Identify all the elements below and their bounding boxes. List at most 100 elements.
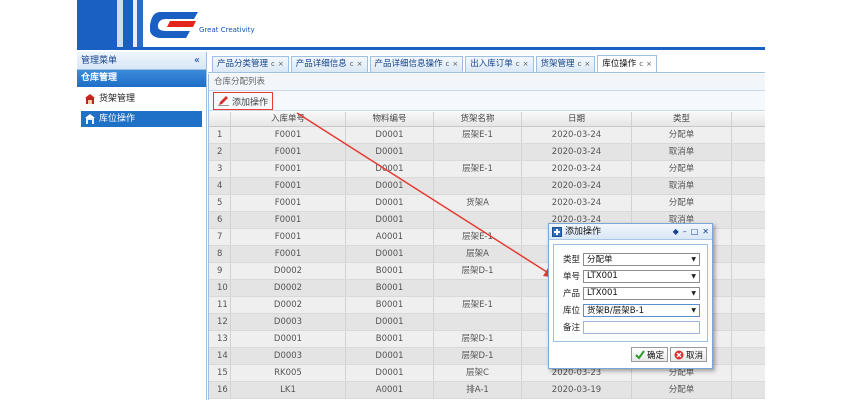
chevron-double-left-icon[interactable]: « xyxy=(194,52,200,70)
tab-inout-orders[interactable]: 出入库订单 c × xyxy=(465,56,534,72)
cell-index: 8 xyxy=(209,246,231,262)
add-operation-button[interactable]: 添加操作 xyxy=(213,92,274,110)
cell-inbound-no: F0001 xyxy=(231,229,346,245)
cancel-button[interactable]: 取消 xyxy=(670,347,708,362)
dialog-titlebar[interactable]: 添加操作 ◆ – □ ✕ xyxy=(549,224,712,240)
close-icon[interactable]: ✕ xyxy=(702,224,709,240)
sidebar-title-text: 管理菜单 xyxy=(81,56,118,66)
refresh-icon[interactable]: c xyxy=(271,57,275,72)
cell-extra xyxy=(732,144,765,160)
remark-input[interactable] xyxy=(583,320,700,334)
order-no-select[interactable]: LTX001 ▼ xyxy=(583,269,700,283)
cell-index: 5 xyxy=(209,195,231,211)
product-select-value: LTX001 xyxy=(587,288,618,298)
table-row[interactable]: 5 F0001 D0001 货架A 2020-03-24 分配单 xyxy=(209,195,765,212)
cell-shelf-name xyxy=(434,280,522,296)
tab-label: 库位操作 xyxy=(602,58,637,69)
confirm-button[interactable]: 确定 xyxy=(631,347,669,362)
close-icon[interactable]: × xyxy=(646,57,652,72)
field-remark-label: 备注 xyxy=(562,323,580,333)
cell-extra xyxy=(732,161,765,177)
cell-shelf-name xyxy=(434,314,522,330)
close-icon[interactable]: × xyxy=(452,57,458,72)
tab-shelf-management[interactable]: 货架管理 c × xyxy=(535,56,596,72)
table-row[interactable]: 16 LK1 A0001 排A-1 2020-03-19 分配单 xyxy=(209,382,765,399)
col-header-inbound-no[interactable]: 入库单号 xyxy=(231,112,346,126)
cell-shelf-name: 层架E-1 xyxy=(434,229,522,245)
sidebar-item-label: 库位操作 xyxy=(99,114,136,124)
close-icon[interactable]: × xyxy=(523,57,529,72)
cell-date: 2020-03-24 xyxy=(522,195,632,211)
panel-title: 仓库分配列表 xyxy=(209,74,765,91)
order-no-select-value: LTX001 xyxy=(587,271,618,281)
product-select[interactable]: LTX001 ▼ xyxy=(583,286,700,300)
cell-extra xyxy=(732,348,765,364)
refresh-icon[interactable]: c xyxy=(578,57,582,72)
cell-index: 15 xyxy=(209,365,231,381)
collapse-icon[interactable]: ◆ xyxy=(673,224,679,240)
cell-inbound-no: F0001 xyxy=(231,212,346,228)
cell-shelf-name xyxy=(434,212,522,228)
tab-location-operation[interactable]: 库位操作 c × xyxy=(597,55,657,72)
col-header-date[interactable]: 日期 xyxy=(522,112,632,126)
tab-product-category[interactable]: 产品分类管理 c × xyxy=(212,56,289,72)
cell-index: 11 xyxy=(209,297,231,313)
shelf-icon xyxy=(85,94,95,104)
refresh-icon[interactable]: c xyxy=(639,57,643,72)
tab-label: 产品详细信息 xyxy=(295,59,347,69)
refresh-icon[interactable]: c xyxy=(516,57,520,72)
cell-shelf-name: 层架D-1 xyxy=(434,348,522,364)
sidebar-item-location-operation[interactable]: 库位操作 xyxy=(81,111,202,127)
sidebar-title: 管理菜单 « xyxy=(77,52,206,70)
cell-shelf-name: 层架D-1 xyxy=(434,331,522,347)
close-icon[interactable]: × xyxy=(278,57,284,72)
sidebar-group-warehouse[interactable]: 仓库管理 xyxy=(77,70,206,87)
tab-product-detail-operation[interactable]: 产品详细信息操作 c × xyxy=(369,56,464,72)
cell-extra xyxy=(732,246,765,262)
cell-shelf-name: 层架E-1 xyxy=(434,161,522,177)
cell-index: 3 xyxy=(209,161,231,177)
cell-index: 2 xyxy=(209,144,231,160)
cell-material-no: D0001 xyxy=(346,246,434,262)
cell-index: 1 xyxy=(209,127,231,143)
company-logo-icon xyxy=(150,12,198,38)
col-header-shelf-name[interactable]: 货架名称 xyxy=(434,112,522,126)
location-select[interactable]: 货架B/层架B-1 ▼ xyxy=(583,303,700,317)
close-icon[interactable]: × xyxy=(584,57,590,72)
table-row[interactable]: 4 F0001 D0001 2020-03-24 取消单 xyxy=(209,178,765,195)
cell-index: 14 xyxy=(209,348,231,364)
sidebar-item-shelf-management[interactable]: 货架管理 xyxy=(81,91,202,107)
cell-material-no: B0001 xyxy=(346,263,434,279)
tab-product-detail[interactable]: 产品详细信息 c × xyxy=(290,56,368,72)
cell-type: 分配单 xyxy=(632,382,732,398)
location-select-value: 货架B/层架B-1 xyxy=(587,306,645,316)
col-header-type[interactable]: 类型 xyxy=(632,112,732,126)
cell-material-no: B0001 xyxy=(346,297,434,313)
col-header-material-no[interactable]: 物料编号 xyxy=(346,112,434,126)
field-remark: 备注 xyxy=(558,320,700,334)
close-icon[interactable]: × xyxy=(357,57,363,72)
minimize-icon[interactable]: – xyxy=(683,224,687,240)
cell-material-no: D0001 xyxy=(346,212,434,228)
cell-material-no: D0001 xyxy=(346,314,434,330)
cell-extra xyxy=(732,212,765,228)
cell-extra xyxy=(732,382,765,398)
field-order-no-label: 单号 xyxy=(562,272,580,282)
cell-index: 9 xyxy=(209,263,231,279)
edit-icon xyxy=(218,96,229,106)
refresh-icon[interactable]: c xyxy=(446,57,450,72)
check-icon xyxy=(635,349,645,360)
tab-label: 产品详细信息操作 xyxy=(374,59,443,69)
table-row[interactable]: 1 F0001 D0001 层架E-1 2020-03-24 分配单 xyxy=(209,127,765,144)
cancel-icon xyxy=(674,350,684,359)
table-row[interactable]: 3 F0001 D0001 层架E-1 2020-03-24 分配单 xyxy=(209,161,765,178)
chevron-down-icon: ▼ xyxy=(691,255,696,263)
table-row[interactable]: 2 F0001 D0001 2020-03-24 取消单 xyxy=(209,144,765,161)
type-select[interactable]: 分配单 ▼ xyxy=(583,252,700,266)
refresh-icon[interactable]: c xyxy=(350,57,354,72)
cell-extra xyxy=(732,280,765,296)
tab-label: 货架管理 xyxy=(540,59,575,69)
cell-shelf-name: 层架D-1 xyxy=(434,263,522,279)
cell-shelf-name: 层架E-1 xyxy=(434,297,522,313)
maximize-icon[interactable]: □ xyxy=(691,224,699,240)
